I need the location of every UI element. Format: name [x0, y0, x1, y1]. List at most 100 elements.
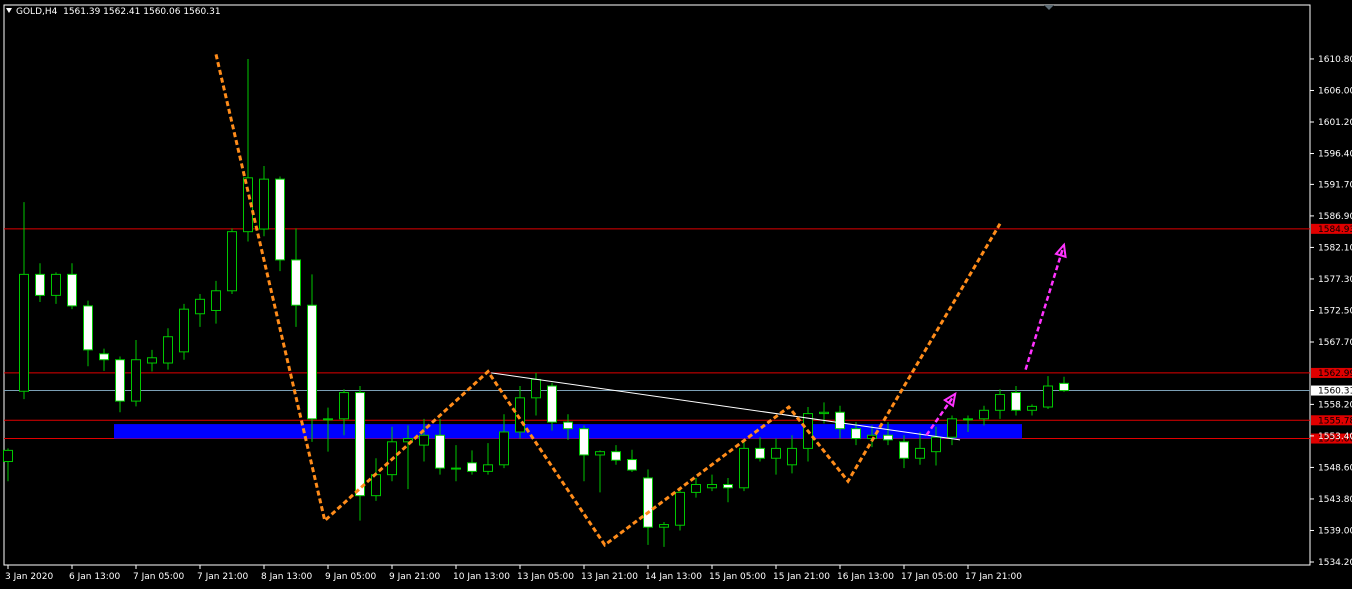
x-tick-label: 9 Jan 21:00 — [389, 572, 441, 582]
candle-body — [67, 273, 77, 307]
y-tick-label: 1567.70 — [1318, 338, 1352, 348]
x-tick-label: 3 Jan 2020 — [5, 572, 53, 582]
level-lines: 1584.931562.991555.781553.001560.31 — [4, 223, 1352, 445]
candle-body — [1059, 382, 1069, 392]
candle-body — [835, 411, 845, 430]
candle-body — [115, 359, 125, 402]
drawings — [214, 54, 1067, 548]
y-tick-label: 1601.20 — [1318, 118, 1352, 128]
candle-body — [307, 304, 317, 420]
x-tick-label: 17 Jan 05:00 — [901, 572, 958, 582]
candle-body — [851, 428, 861, 440]
level-badge-label: 1562.99 — [1318, 369, 1352, 379]
candle-body — [963, 418, 973, 421]
candle-body — [547, 385, 557, 423]
projection-line — [1024, 244, 1066, 370]
candle-body — [707, 484, 717, 489]
candle-body — [99, 353, 109, 361]
candle-body — [819, 411, 829, 415]
x-tick-label: 16 Jan 13:00 — [837, 572, 894, 582]
candle-body — [771, 447, 781, 459]
candle-body — [579, 428, 589, 456]
candle-body — [931, 436, 941, 453]
y-tick-label: 1572.50 — [1318, 306, 1352, 316]
candle-body — [739, 447, 749, 489]
candle-body — [563, 421, 573, 430]
candle-body — [691, 484, 701, 493]
y-tick-label: 1591.70 — [1318, 180, 1352, 190]
candle-body — [163, 336, 173, 364]
candle-body — [147, 357, 157, 364]
level-badge-label: 1584.93 — [1318, 225, 1352, 235]
candle-body — [595, 451, 605, 456]
candle-body — [35, 273, 45, 296]
candle-body — [995, 394, 1005, 411]
candle-body — [83, 305, 93, 351]
candle-body — [291, 259, 301, 306]
y-tick-label: 1553.40 — [1318, 432, 1352, 442]
candles — [3, 58, 1069, 547]
y-tick-label: 1534.20 — [1318, 558, 1352, 568]
level-badge-label: 1555.78 — [1318, 416, 1352, 426]
candle-body — [419, 434, 429, 446]
arrow-head-icon — [1054, 242, 1067, 259]
candle-body — [195, 298, 205, 315]
candle-body — [323, 418, 333, 421]
y-tick-label: 1577.30 — [1318, 275, 1352, 285]
x-tick-label: 7 Jan 05:00 — [133, 572, 185, 582]
x-tick-label: 13 Jan 05:00 — [517, 572, 574, 582]
x-tick-label: 14 Jan 13:00 — [645, 572, 702, 582]
candle-body — [659, 524, 669, 528]
y-tick-label: 1586.90 — [1318, 212, 1352, 222]
candle-body — [899, 441, 909, 459]
y-tick-label: 1596.40 — [1318, 150, 1352, 160]
candle-body — [467, 462, 477, 472]
candle-body — [755, 447, 765, 459]
candle-body — [787, 447, 797, 466]
candle-body — [499, 431, 509, 466]
candle-body — [1043, 385, 1053, 408]
candle-body — [259, 178, 269, 230]
y-tick-label: 1558.20 — [1318, 400, 1352, 410]
candle-body — [483, 464, 493, 472]
current-price-label: 1560.31 — [1318, 387, 1352, 397]
candle-body — [211, 290, 221, 311]
candle-body — [355, 392, 365, 497]
x-tick-label: 8 Jan 13:00 — [261, 572, 313, 582]
candle-body — [179, 308, 189, 353]
y-tick-label: 1548.60 — [1318, 463, 1352, 473]
x-tick-label: 6 Jan 13:00 — [69, 572, 121, 582]
x-tick-label: 15 Jan 05:00 — [709, 572, 766, 582]
candle-body — [227, 231, 237, 292]
candle-body — [947, 418, 957, 438]
scroll-marker-icon[interactable] — [1044, 5, 1054, 10]
zigzag-pattern — [214, 54, 1002, 548]
candle-body — [451, 467, 461, 470]
price-axis: 1610.80 1606.00 1601.20 1596.40 1591.70 1586.… — [1310, 55, 1352, 568]
candle-body — [915, 447, 925, 459]
candle-body — [515, 397, 525, 433]
candle-body — [611, 451, 621, 461]
x-tick-label: 7 Jan 21:00 — [197, 572, 249, 582]
y-tick-label: 1582.10 — [1318, 243, 1352, 253]
x-tick-label: 9 Jan 05:00 — [325, 572, 377, 582]
x-tick-label: 13 Jan 21:00 — [581, 572, 638, 582]
y-tick-label: 1610.80 — [1318, 55, 1352, 65]
candle-body — [675, 491, 685, 526]
plot-frame — [3, 4, 1311, 566]
candle-body — [3, 449, 13, 463]
y-tick-label: 1543.80 — [1318, 495, 1352, 505]
candle-body — [723, 484, 733, 489]
candle-body — [1027, 405, 1037, 411]
candle-body — [435, 434, 445, 469]
candle-body — [51, 273, 61, 296]
candle-body — [883, 434, 893, 441]
y-tick-label: 1539.00 — [1318, 526, 1352, 536]
candle-body — [339, 392, 349, 420]
x-tick-label: 15 Jan 21:00 — [773, 572, 830, 582]
candle-body — [627, 459, 637, 471]
candlestick-chart[interactable]: 1584.931562.991555.781553.001560.31 1610… — [0, 0, 1352, 589]
candle-body — [1011, 392, 1021, 411]
y-tick-label: 1606.00 — [1318, 86, 1352, 96]
candle-body — [131, 359, 141, 402]
